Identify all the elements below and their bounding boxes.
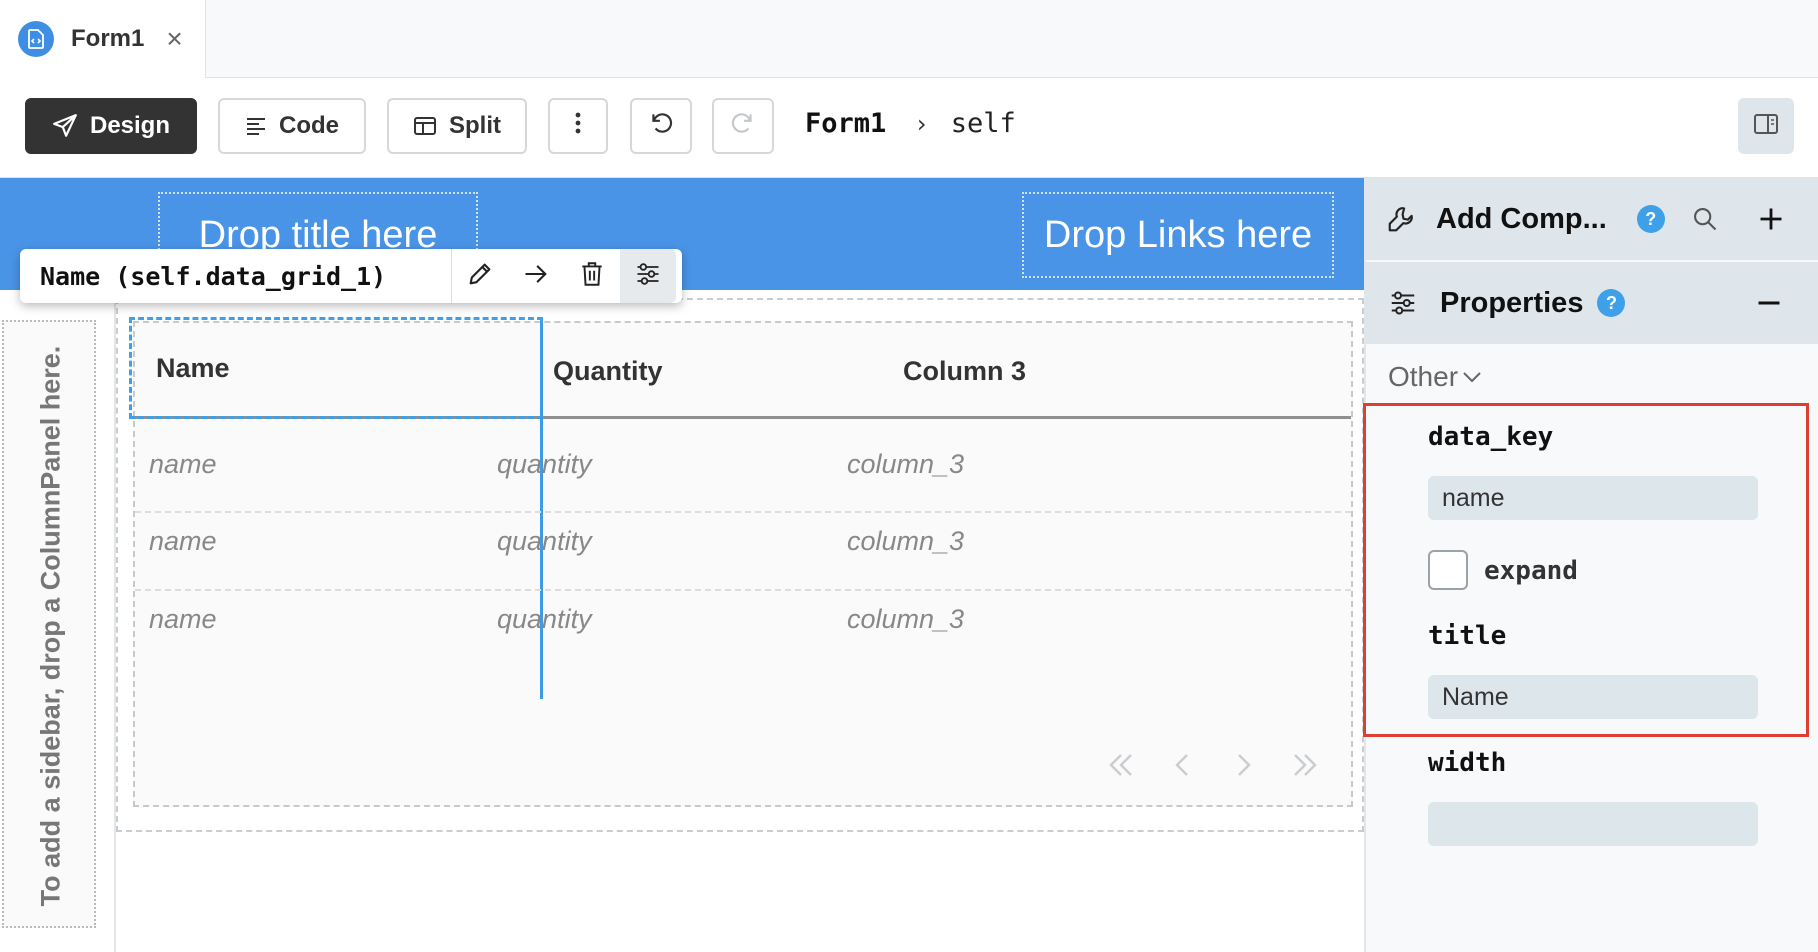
column-header-column3[interactable]: Column 3: [903, 323, 1026, 419]
split-view-icon: [413, 115, 437, 137]
split-label: Split: [449, 112, 501, 139]
column-header-quantity[interactable]: Quantity: [553, 323, 663, 419]
panel-toggle-icon: [1753, 112, 1779, 141]
next-page-button[interactable]: [1225, 749, 1261, 785]
design-label: Design: [89, 112, 170, 139]
undo-button[interactable]: [630, 98, 692, 154]
go-to-code-button[interactable]: [508, 249, 564, 303]
help-icon[interactable]: ?: [1636, 205, 1665, 233]
add-components-title: Add Comp...: [1436, 202, 1607, 235]
drop-links-zone[interactable]: Drop Links here: [1022, 192, 1334, 278]
sliders-icon: [1388, 288, 1418, 318]
breadcrumb: Form1 › self: [805, 108, 1016, 139]
component-toolbar: Name (self.data_grid_1): [20, 249, 682, 303]
form-file-icon: [18, 21, 54, 57]
section-other[interactable]: Other: [1388, 361, 1484, 393]
data-grid[interactable]: Name Quantity Column 3 name quantity col…: [129, 317, 1353, 807]
wrench-icon: [1386, 204, 1416, 234]
vertical-dots-icon: [574, 111, 582, 142]
content-area: Name Quantity Column 3 name quantity col…: [116, 298, 1364, 952]
component-name: Name (self.data_grid_1): [20, 249, 452, 303]
design-canvas: Drop title here Drop Links here To add a…: [0, 178, 1364, 952]
chevron-down-icon: [1460, 365, 1484, 389]
cell-column3: column_3: [847, 526, 965, 556]
cell-quantity: quantity: [497, 449, 592, 479]
property-label-width: width: [1428, 748, 1507, 778]
cell-column3: column_3: [847, 604, 965, 634]
redo-icon: [730, 110, 756, 143]
undo-icon: [648, 110, 674, 143]
panel-toggle-button[interactable]: [1738, 98, 1794, 154]
edit-button[interactable]: [452, 249, 508, 303]
chevrons-right-icon: [1290, 750, 1320, 785]
prev-page-button[interactable]: [1165, 749, 1201, 785]
trash-icon: [579, 260, 605, 293]
tab-label: Form1: [71, 25, 145, 52]
highlight-box: [1363, 403, 1809, 737]
pencil-icon: [466, 260, 494, 293]
design-button[interactable]: Design: [25, 98, 197, 154]
row-divider: [135, 589, 1351, 591]
help-icon[interactable]: ?: [1597, 289, 1626, 317]
grid-header: Name Quantity Column 3: [129, 317, 1351, 419]
sidebar-drop-zone[interactable]: To add a sidebar, drop a ColumnPanel her…: [2, 320, 96, 928]
breadcrumb-form[interactable]: Form1: [805, 108, 886, 139]
cell-quantity: quantity: [497, 526, 592, 556]
delete-button[interactable]: [564, 249, 620, 303]
width-field[interactable]: [1428, 802, 1758, 846]
plus-icon[interactable]: [1757, 205, 1785, 233]
tab-form1[interactable]: Form1 ×: [0, 0, 206, 78]
search-icon[interactable]: [1691, 205, 1719, 233]
properties-header[interactable]: Properties ?: [1366, 262, 1818, 344]
code-label: Code: [279, 112, 339, 139]
tab-strip: Form1 ×: [0, 0, 1818, 78]
last-page-button[interactable]: [1287, 749, 1323, 785]
sliders-icon: [634, 260, 662, 293]
cell-name: name: [149, 449, 217, 479]
column-panel[interactable]: Name Quantity Column 3 name quantity col…: [116, 298, 1364, 832]
properties-button[interactable]: [620, 249, 676, 303]
row-divider: [135, 511, 1351, 513]
editor-toolbar: Design Code Split Form1 › self: [0, 78, 1818, 178]
breadcrumb-current[interactable]: self: [951, 108, 1016, 139]
properties-title: Properties: [1440, 286, 1584, 319]
chevron-left-icon: [1168, 750, 1198, 785]
cell-name: name: [149, 604, 217, 634]
minus-icon[interactable]: [1755, 289, 1783, 317]
sidebar-hint: To add a sidebar, drop a ColumnPanel her…: [35, 345, 66, 907]
close-icon[interactable]: ×: [166, 25, 182, 53]
chevrons-left-icon: [1106, 750, 1136, 785]
cell-name: name: [149, 526, 217, 556]
add-components-header[interactable]: Add Comp... ?: [1366, 178, 1818, 260]
paper-plane-icon: [52, 113, 78, 139]
cell-column3: column_3: [847, 449, 965, 479]
more-button[interactable]: [548, 98, 608, 154]
code-lines-icon: [245, 116, 267, 136]
first-page-button[interactable]: [1103, 749, 1139, 785]
redo-button[interactable]: [712, 98, 774, 154]
split-button[interactable]: Split: [387, 98, 527, 154]
cell-quantity: quantity: [497, 604, 592, 634]
code-button[interactable]: Code: [218, 98, 366, 154]
section-other-label: Other: [1388, 361, 1459, 392]
column-header-name[interactable]: Name: [129, 317, 543, 419]
chevron-right-icon: [1228, 750, 1258, 785]
chevron-right-icon: ›: [914, 109, 929, 138]
arrow-right-icon: [522, 260, 550, 293]
